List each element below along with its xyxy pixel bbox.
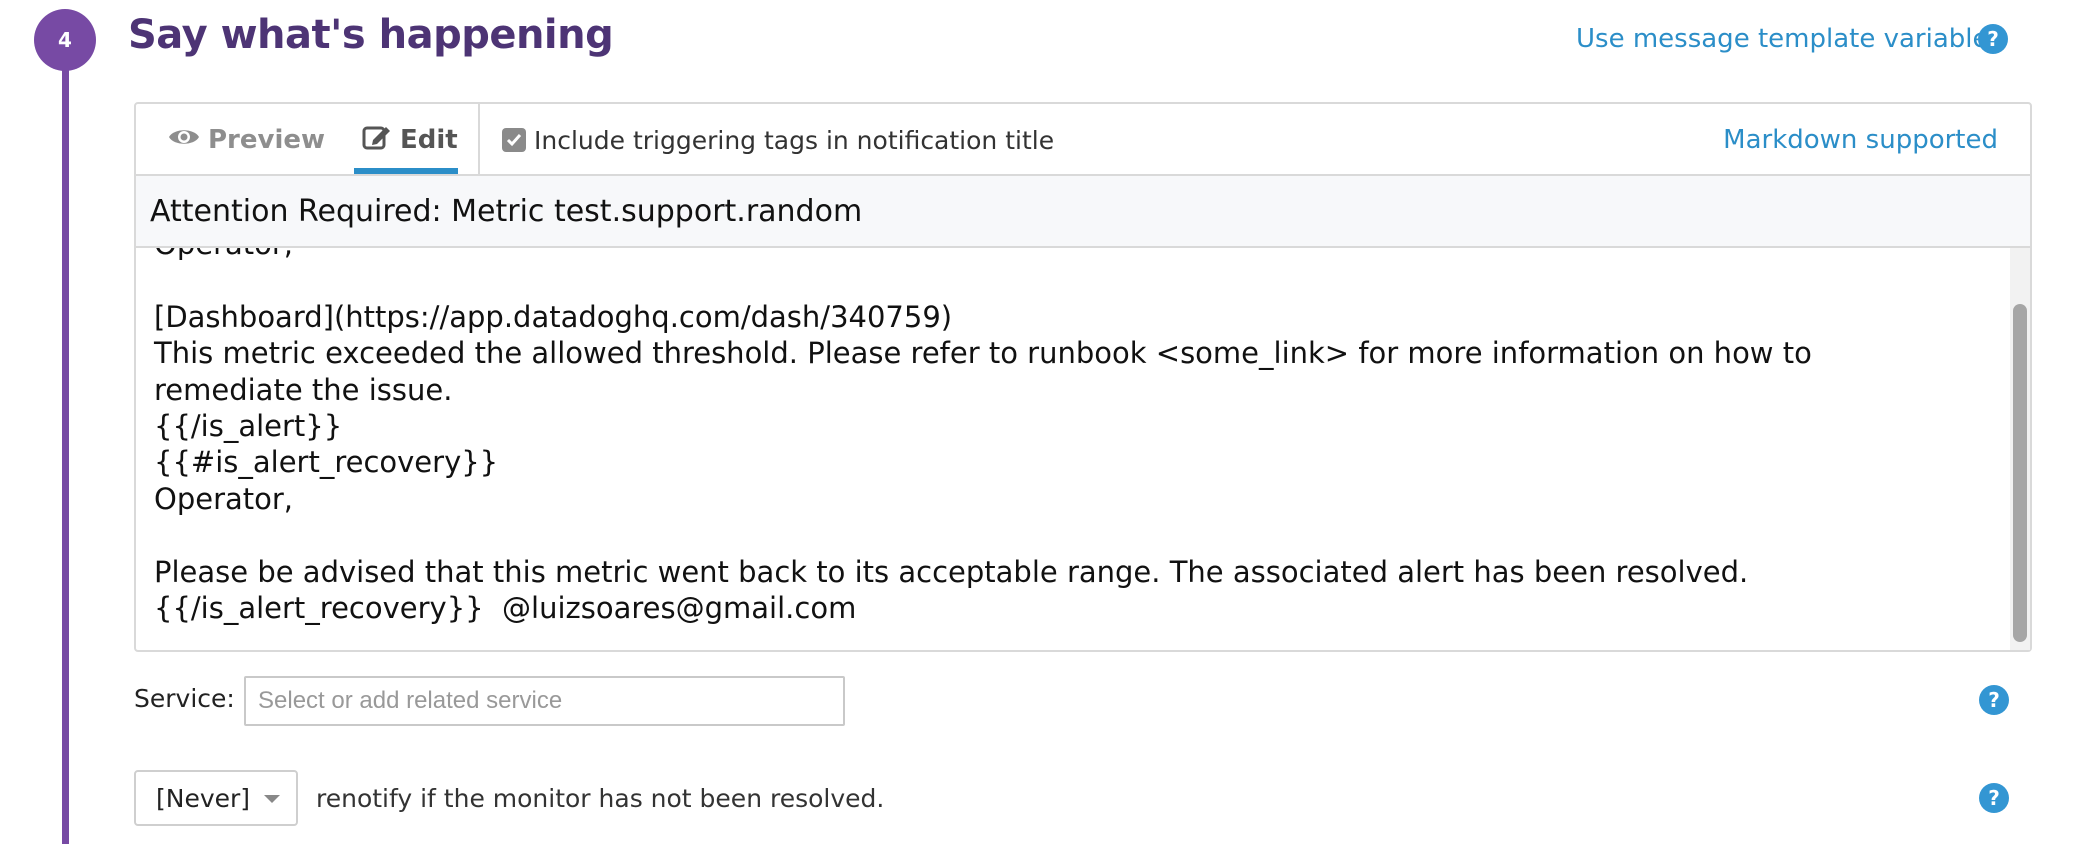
service-label: Service: [134, 684, 235, 713]
step-timeline-line [62, 40, 69, 844]
notification-title-input[interactable]: Attention Required: Metric test.support.… [136, 176, 2030, 248]
tab-edit-label: Edit [400, 125, 458, 155]
service-input[interactable] [244, 676, 845, 726]
include-tags-label: Include triggering tags in notification … [534, 125, 1055, 155]
include-tags-checkbox[interactable] [502, 128, 526, 152]
editor-toolbar: Preview Edit Include triggering tags in … [136, 104, 2030, 176]
help-icon[interactable]: ? [1978, 24, 2008, 54]
service-help-icon[interactable]: ? [1979, 685, 2009, 715]
markdown-supported-link[interactable]: Markdown supported [1723, 104, 1998, 176]
editor-scrollbar-thumb[interactable] [2013, 304, 2027, 642]
chevron-down-icon [264, 795, 280, 803]
edit-icon [362, 123, 392, 158]
section-title: Say what's happening [128, 12, 614, 58]
include-tags-option[interactable]: Include triggering tags in notification … [502, 104, 1054, 176]
message-editor: Preview Edit Include triggering tags in … [134, 102, 2032, 652]
renotify-interval-select[interactable]: [Never] [134, 770, 298, 826]
notification-body-text: Operator, [Dashboard](https://app.datado… [154, 248, 1812, 626]
tab-edit[interactable]: Edit [362, 104, 458, 176]
renotify-description: renotify if the monitor has not been res… [316, 784, 885, 813]
renotify-help-icon[interactable]: ? [1979, 783, 2009, 813]
message-template-variables-link[interactable]: Use message template variables [1576, 24, 2002, 54]
tab-preview-label: Preview [208, 125, 326, 155]
editor-scrollbar[interactable] [2010, 248, 2030, 650]
tab-preview[interactable]: Preview [168, 104, 325, 176]
toolbar-divider [478, 104, 480, 174]
step-number-badge: 4 [34, 9, 96, 71]
active-tab-indicator [354, 168, 458, 174]
eye-icon [168, 125, 200, 155]
renotify-selected-value: [Never] [156, 783, 251, 813]
notification-body-textarea[interactable]: Operator, [Dashboard](https://app.datado… [136, 248, 2030, 650]
